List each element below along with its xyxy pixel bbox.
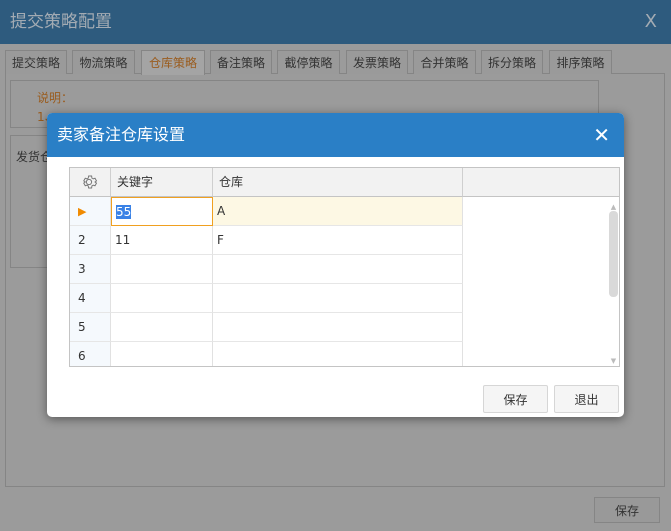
column-header-filler [463, 168, 619, 197]
row-number[interactable]: ▶ [70, 197, 111, 226]
warehouse-cell[interactable] [213, 342, 463, 366]
row-number[interactable]: 6 [70, 342, 111, 366]
window-title: 提交策略配置 [0, 0, 671, 44]
dialog-title: 卖家备注仓库设置 [47, 113, 624, 157]
keyword-cell[interactable] [111, 342, 213, 366]
keyword-warehouse-grid: 关键字 仓库 ▶ 55 A 2 11 F 3 4 5 6 ▲ ▼ [69, 167, 620, 367]
dialog-exit-button[interactable]: 退出 [554, 385, 619, 413]
tab-7[interactable]: 合并策略 [413, 50, 476, 74]
tab-6[interactable]: 发票策略 [346, 50, 408, 74]
keyword-cell[interactable]: 55 [111, 197, 213, 226]
current-row-arrow-icon: ▶ [78, 205, 87, 218]
tab-2[interactable]: 物流策略 [72, 50, 135, 74]
tab-5[interactable]: 截停策略 [277, 50, 340, 74]
seller-note-warehouse-dialog: 卖家备注仓库设置 ✕ 关键字 仓库 ▶ 55 A 2 11 F 3 4 5 6 ▲ ▼ 保存 退出 [47, 113, 624, 417]
note-heading: 说明： [37, 91, 74, 105]
keyword-cell[interactable] [111, 255, 213, 284]
grid-settings-button[interactable] [70, 168, 111, 197]
row-number[interactable]: 4 [70, 284, 111, 313]
dialog-save-button[interactable]: 保存 [483, 385, 548, 413]
column-header-keyword[interactable]: 关键字 [111, 168, 213, 197]
keyword-cell[interactable] [111, 284, 213, 313]
keyword-cell-value[interactable]: 55 [116, 205, 132, 219]
warehouse-section: 发货仓 [10, 135, 50, 268]
tab-9[interactable]: 排序策略 [549, 50, 612, 74]
warehouse-section-label: 发货仓 [16, 150, 50, 164]
window-close-button[interactable]: X [645, 0, 657, 44]
tab-4[interactable]: 备注策略 [210, 50, 272, 74]
keyword-cell[interactable] [111, 313, 213, 342]
tab-8[interactable]: 拆分策略 [481, 50, 543, 74]
scroll-up-icon[interactable]: ▲ [608, 203, 619, 211]
warehouse-cell[interactable] [213, 313, 463, 342]
tab-1[interactable]: 提交策略 [5, 50, 67, 74]
warehouse-cell[interactable] [213, 255, 463, 284]
row-number[interactable]: 5 [70, 313, 111, 342]
scrollbar-thumb[interactable] [609, 211, 618, 297]
gear-icon [83, 175, 98, 189]
warehouse-cell[interactable]: F [213, 226, 463, 255]
dialog-close-button[interactable]: ✕ [593, 113, 610, 157]
warehouse-cell[interactable] [213, 284, 463, 313]
column-header-warehouse[interactable]: 仓库 [213, 168, 463, 197]
tab-3[interactable]: 仓库策略 [141, 50, 205, 75]
main-save-button[interactable]: 保存 [594, 497, 660, 523]
scroll-down-icon[interactable]: ▼ [608, 357, 619, 365]
warehouse-cell[interactable]: A [213, 197, 463, 226]
row-number[interactable]: 3 [70, 255, 111, 284]
keyword-cell[interactable]: 11 [111, 226, 213, 255]
vertical-scrollbar[interactable]: ▲ ▼ [608, 203, 619, 365]
row-number[interactable]: 2 [70, 226, 111, 255]
